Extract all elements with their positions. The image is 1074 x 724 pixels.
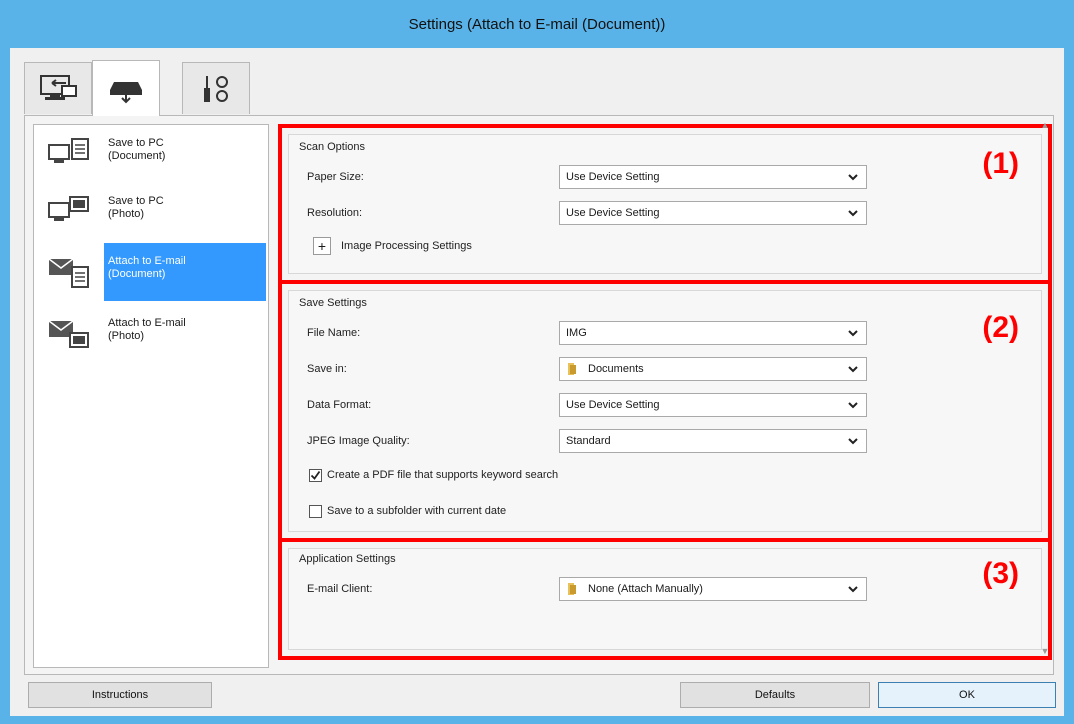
paper-size-dropdown[interactable]: Use Device Setting xyxy=(559,165,867,189)
email-client-value: None (Attach Manually) xyxy=(588,583,703,595)
settings-window: Settings (Attach to E-mail (Document)) S… xyxy=(0,0,1074,724)
resolution-value: Use Device Setting xyxy=(566,207,660,219)
resolution-dropdown[interactable]: Use Device Setting xyxy=(559,201,867,225)
file-name-value: IMG xyxy=(566,327,587,339)
save-in-value: Documents xyxy=(588,363,644,375)
jpeg-quality-dropdown[interactable]: Standard xyxy=(559,429,867,453)
window-title: Settings (Attach to E-mail (Document)) xyxy=(408,15,666,33)
job-label: Save to PC (Document) xyxy=(108,137,166,162)
documents-folder-icon xyxy=(568,363,576,375)
section-number-3: (3) xyxy=(982,557,1019,590)
paper-size-label: Paper Size: xyxy=(307,171,364,183)
defaults-button[interactable]: Defaults xyxy=(680,682,870,708)
scan-options-frame: Scan Options Paper Size: Use Device Sett… xyxy=(288,134,1042,274)
chevron-down-icon xyxy=(848,586,858,593)
scan-options-group: Scan Options Paper Size: Use Device Sett… xyxy=(278,124,1052,284)
save-settings-title: Save Settings xyxy=(299,297,367,309)
instructions-button[interactable]: Instructions xyxy=(28,682,212,708)
attach-email-photo-icon xyxy=(48,320,89,348)
job-label: Attach to E-mail (Photo) xyxy=(108,317,186,342)
chevron-down-icon xyxy=(848,438,858,445)
chevron-down-icon xyxy=(848,366,858,373)
job-save-to-pc-photo[interactable]: Save to PC (Photo) xyxy=(34,183,268,241)
scan-from-operation-panel-tab[interactable] xyxy=(92,60,160,116)
file-name-combobox[interactable]: IMG xyxy=(559,321,867,345)
scan-job-list: Save to PC (Document) Save to PC (Photo) xyxy=(33,124,269,668)
job-attach-email-document[interactable]: Attach to E-mail (Document) xyxy=(34,243,268,301)
section-number-2: (2) xyxy=(982,311,1019,344)
save-to-pc-photo-icon xyxy=(48,196,89,221)
application-settings-group: Application Settings E-mail Client: None… xyxy=(278,538,1052,660)
email-client-label: E-mail Client: xyxy=(307,583,373,595)
application-settings-frame: Application Settings E-mail Client: None… xyxy=(288,548,1042,650)
save-to-pc-document-icon xyxy=(48,138,89,163)
job-label: Attach to E-mail (Document) xyxy=(104,243,266,301)
file-name-label: File Name: xyxy=(307,327,361,339)
save-in-label: Save in: xyxy=(307,363,347,375)
chevron-down-icon xyxy=(848,174,858,181)
settings-panel: Scan Options Paper Size: Use Device Sett… xyxy=(278,124,1052,668)
paper-size-value: Use Device Setting xyxy=(566,171,660,183)
image-processing-label: Image Processing Settings xyxy=(341,240,472,252)
scroll-up-icon[interactable]: ▲ xyxy=(1040,120,1050,130)
save-settings-group: Save Settings File Name: IMG Save in: Do… xyxy=(278,280,1052,542)
email-client-dropdown[interactable]: None (Attach Manually) xyxy=(559,577,867,601)
resolution-label: Resolution: xyxy=(307,207,363,219)
tools-icon xyxy=(204,75,228,102)
attach-email-document-icon xyxy=(48,258,89,288)
data-format-value: Use Device Setting xyxy=(566,399,660,411)
computer-scan-icon xyxy=(40,74,77,100)
chevron-down-icon xyxy=(848,330,858,337)
content-frame: Save to PC (Document) Save to PC (Photo) xyxy=(24,115,1054,675)
email-client-icon xyxy=(568,583,576,595)
general-settings-tab[interactable] xyxy=(182,62,250,114)
vertical-scrollbar[interactable]: ▲ ▼ xyxy=(1039,120,1051,656)
section-number-1: (1) xyxy=(982,147,1019,180)
pdf-keyword-checkbox[interactable] xyxy=(309,469,322,482)
application-settings-title: Application Settings xyxy=(299,553,396,565)
subfolder-date-checkbox[interactable] xyxy=(309,505,322,518)
chevron-down-icon xyxy=(848,210,858,217)
ok-button[interactable]: OK xyxy=(878,682,1056,708)
data-format-label: Data Format: xyxy=(307,399,372,411)
scan-options-title: Scan Options xyxy=(299,141,366,153)
job-save-to-pc-document[interactable]: Save to PC (Document) xyxy=(34,125,268,183)
expand-image-processing-button[interactable]: + xyxy=(313,237,331,255)
data-format-dropdown[interactable]: Use Device Setting xyxy=(559,393,867,417)
scroll-down-icon[interactable]: ▼ xyxy=(1040,646,1050,656)
save-settings-frame: Save Settings File Name: IMG Save in: Do… xyxy=(288,290,1042,532)
checkmark-icon xyxy=(310,470,321,480)
scan-from-computer-tab[interactable] xyxy=(24,62,92,114)
pdf-keyword-label: Create a PDF file that supports keyword … xyxy=(327,469,559,481)
dialog-client: Save to PC (Document) Save to PC (Photo) xyxy=(10,48,1064,716)
jpeg-quality-label: JPEG Image Quality: xyxy=(307,435,410,447)
save-in-dropdown[interactable]: Documents xyxy=(559,357,867,381)
job-attach-email-photo[interactable]: Attach to E-mail (Photo) xyxy=(34,305,268,363)
scanner-icon xyxy=(110,81,142,103)
chevron-down-icon xyxy=(848,402,858,409)
subfolder-date-label: Save to a subfolder with current date xyxy=(327,505,507,517)
jpeg-quality-value: Standard xyxy=(566,435,611,447)
job-label: Save to PC (Photo) xyxy=(108,195,164,220)
